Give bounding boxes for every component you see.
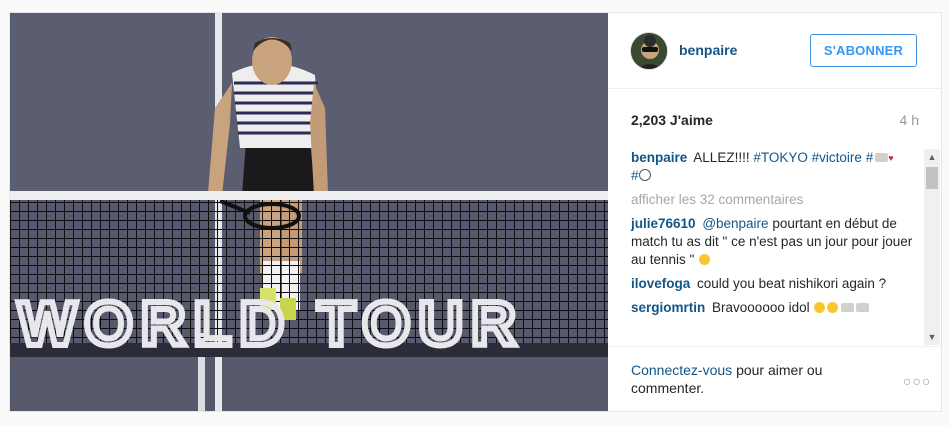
caption-user-link[interactable]: benpaire: [631, 150, 687, 165]
avatar-icon: [631, 33, 667, 69]
comment-user-link[interactable]: julie76610: [631, 216, 696, 231]
login-link[interactable]: Connectez-vous: [631, 362, 732, 378]
scrollbar-thumb[interactable]: [926, 167, 938, 189]
login-prompt: Connectez-vous pour aimer ou commenter.: [631, 361, 861, 397]
net-lettering: WORLD TOUR: [18, 290, 524, 359]
gun-emoji-icon: [856, 303, 870, 312]
hashtag-prefix: #: [865, 150, 874, 165]
hashtag-prefix: #: [631, 168, 639, 183]
comment-item: ilovefoga could you beat nishikori again…: [631, 275, 919, 293]
hashtag-emoji[interactable]: # ♥: [866, 150, 894, 165]
comment-text: could you beat nishikori again ?: [697, 276, 887, 291]
hashtag-tokyo[interactable]: #TOKYO: [753, 150, 808, 165]
heart-emoji-icon: ♥: [888, 153, 894, 163]
post-sidebar: benpaire S'ABONNER 2,203 J'aime 4 h benp…: [608, 13, 943, 411]
username-link[interactable]: benpaire: [679, 42, 737, 58]
comments-section: benpaire ALLEZ!!!! #TOKYO #victoire # ♥ #…: [608, 149, 943, 345]
hashtag-victoire[interactable]: #victoire: [812, 150, 862, 165]
caption-text: ALLEZ!!!!: [693, 150, 750, 165]
gun-emoji-icon: [841, 303, 855, 312]
more-options-icon[interactable]: ○○○: [903, 373, 931, 389]
comment-item: sergiomrtin Bravoooooo idol: [631, 299, 919, 317]
follow-button[interactable]: S'ABONNER: [810, 34, 917, 67]
comment-text: Bravoooooo idol: [712, 300, 810, 315]
post-footer: Connectez-vous pour aimer ou commenter. …: [608, 346, 943, 411]
wow-emoji-icon: [827, 302, 839, 313]
post-photo[interactable]: WORLD TOUR: [10, 13, 608, 411]
tennis-photo: WORLD TOUR: [10, 13, 608, 411]
comment-user-link[interactable]: ilovefoga: [631, 276, 690, 291]
wow-emoji-icon: [814, 302, 826, 313]
avatar[interactable]: [630, 32, 668, 70]
caption: benpaire ALLEZ!!!! #TOKYO #victoire # ♥ #: [631, 149, 919, 185]
scroll-down-arrow-icon[interactable]: ▼: [924, 329, 940, 345]
smile-emoji-icon: [699, 254, 711, 265]
scroll-up-arrow-icon[interactable]: ▲: [924, 149, 940, 165]
view-all-comments-link[interactable]: afficher les 32 commentaires: [631, 191, 919, 209]
comment-item: julie76610 @benpaire pourtant en début d…: [631, 215, 919, 269]
comment-mention-link[interactable]: @benpaire: [702, 216, 768, 231]
panda-emoji-icon: [638, 169, 651, 181]
hashtag-panda[interactable]: #: [631, 168, 651, 183]
comment-user-link[interactable]: sergiomrtin: [631, 300, 705, 315]
post-header: benpaire S'ABONNER: [608, 13, 943, 89]
envelope-emoji-icon: [875, 153, 889, 162]
comments-scrollbar[interactable]: ▲ ▼: [924, 149, 940, 345]
comment-list: benpaire ALLEZ!!!! #TOKYO #victoire # ♥ #…: [631, 149, 919, 323]
post-card: WORLD TOUR benpaire S'ABONNER 2,203 J'ai…: [9, 12, 943, 412]
post-time[interactable]: 4 h: [900, 112, 919, 128]
likes-count[interactable]: 2,203 J'aime: [631, 112, 713, 128]
